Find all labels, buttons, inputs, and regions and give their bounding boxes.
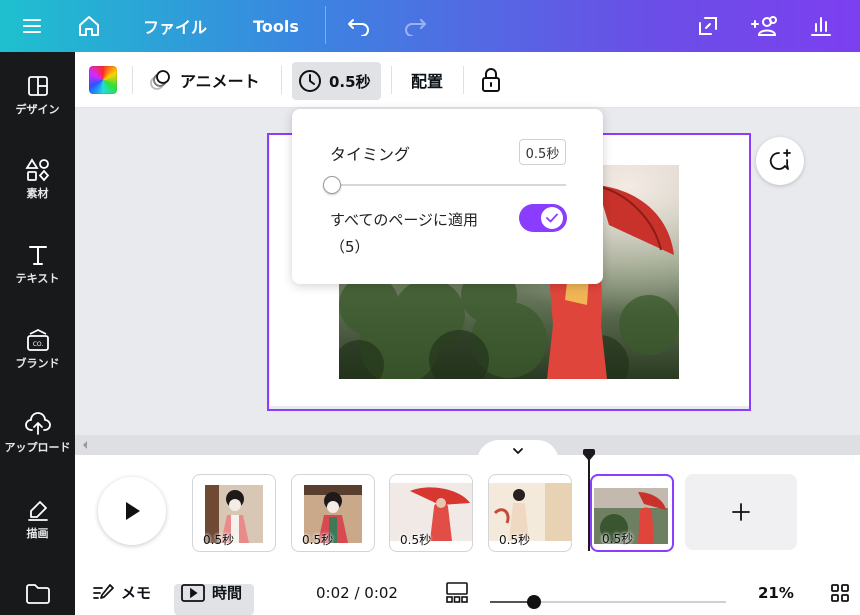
resize-magic-icon[interactable] xyxy=(690,0,726,52)
timing-button[interactable]: 0.5秒 xyxy=(292,62,381,100)
page-duration-label: 0.5秒 xyxy=(400,533,432,547)
playhead-line[interactable] xyxy=(588,455,590,551)
insights-chart-icon[interactable] xyxy=(803,0,839,52)
scroll-left-icon[interactable] xyxy=(81,440,89,450)
animate-icon xyxy=(150,70,170,90)
svg-text:CO.: CO. xyxy=(32,341,43,348)
divider xyxy=(325,6,326,44)
home-icon[interactable] xyxy=(71,0,107,52)
animate-button[interactable]: アニメート xyxy=(148,52,260,108)
redo-icon[interactable] xyxy=(397,0,433,52)
sidebar-item-brand[interactable]: CO. ブランド xyxy=(0,328,75,371)
shapes-icon xyxy=(24,158,49,182)
timer-button-content[interactable]: 時間 xyxy=(181,570,242,615)
timeline-page-thumbnail[interactable]: 0.5秒 xyxy=(488,474,572,552)
sidebar-item-label: アップロード xyxy=(4,441,71,454)
play-button[interactable] xyxy=(98,477,166,545)
divider xyxy=(463,66,464,94)
upload-icon xyxy=(24,412,51,435)
playhead-handle-icon[interactable] xyxy=(582,449,596,463)
animate-label: アニメート xyxy=(180,72,260,91)
timeline-page-thumbnail[interactable]: 0.5秒 xyxy=(192,474,276,552)
toggle-knob xyxy=(541,207,563,229)
timing-slider-track[interactable] xyxy=(332,184,566,186)
check-icon xyxy=(546,213,558,223)
notes-pencil-icon xyxy=(93,583,114,599)
notes-button[interactable]: メモ xyxy=(93,570,151,615)
timing-label: 0.5秒 xyxy=(329,72,371,91)
page-duration-label: 0.5秒 xyxy=(602,532,634,546)
top-bar: ファイル Tools xyxy=(0,0,860,52)
page-duration-label: 0.5秒 xyxy=(302,533,334,547)
undo-icon[interactable] xyxy=(341,0,377,52)
sidebar-item-label: 素材 xyxy=(26,187,49,200)
grid-icon xyxy=(831,583,849,602)
tools-menu-button[interactable]: Tools xyxy=(246,0,306,52)
position-button[interactable]: 配置 xyxy=(411,52,443,108)
layout-icon xyxy=(27,76,48,96)
editor-toolbar: アニメート 0.5秒 配置 xyxy=(75,52,860,108)
color-picker-button[interactable] xyxy=(89,52,117,108)
timeline-page-thumbnail-active[interactable]: 0.5秒 xyxy=(590,474,674,552)
timing-value-input[interactable]: 0.5秒 xyxy=(519,139,566,165)
page-duration-label: 0.5秒 xyxy=(499,533,531,547)
timing-slider-knob[interactable] xyxy=(323,176,341,194)
apply-all-pages-count: （5） xyxy=(330,238,370,256)
plus-icon xyxy=(732,503,750,521)
page-timeline: 0.5秒 0.5秒 0.5秒 0.5秒 0.5秒 xyxy=(75,449,860,570)
sidebar-item-uploads[interactable]: アップロード xyxy=(0,412,75,455)
timer-label: 時間 xyxy=(212,584,243,602)
color-swatch xyxy=(89,66,117,94)
divider xyxy=(391,66,392,94)
apply-all-pages-label: すべてのページに適用 （5） xyxy=(330,207,478,261)
sidebar-item-draw[interactable]: 描画 xyxy=(0,498,75,541)
sidebar-item-text[interactable]: テキスト xyxy=(0,243,75,286)
comment-add-icon xyxy=(769,149,791,170)
add-page-button[interactable] xyxy=(685,474,797,550)
grid-view-button[interactable] xyxy=(445,570,469,615)
draw-icon xyxy=(27,501,48,521)
sidebar-item-design[interactable]: デザイン xyxy=(0,74,75,117)
page-grid-icon xyxy=(446,581,468,603)
sidebar-item-elements[interactable]: 素材 xyxy=(0,158,75,201)
grid-view-toggle[interactable] xyxy=(830,570,850,615)
sidebar-item-projects[interactable] xyxy=(0,583,75,605)
sidebar: デザイン 素材 テキスト CO. ブランド アップロード 描画 xyxy=(0,52,75,615)
timing-title: タイミング xyxy=(330,145,411,164)
folder-icon xyxy=(25,584,50,604)
lock-button[interactable] xyxy=(479,52,503,108)
sidebar-item-label: 描画 xyxy=(26,527,49,540)
text-icon xyxy=(28,246,47,265)
timeline-divider-bar xyxy=(75,435,860,455)
clock-icon xyxy=(299,70,321,92)
play-icon xyxy=(126,502,140,520)
bottom-bar: メモ 時間 0:02 / 0:02 21% xyxy=(75,570,860,615)
sidebar-item-label: デザイン xyxy=(15,103,60,116)
divider xyxy=(281,66,282,94)
share-people-icon[interactable] xyxy=(745,0,785,52)
chevron-down-icon xyxy=(513,448,523,454)
apply-all-pages-text: すべてのページに適用 xyxy=(330,211,479,229)
sidebar-item-label: ブランド xyxy=(15,357,60,370)
file-menu-button[interactable]: ファイル xyxy=(134,0,216,52)
sidebar-item-label: テキスト xyxy=(15,272,60,285)
menu-icon[interactable] xyxy=(14,0,50,52)
timeline-page-thumbnail[interactable]: 0.5秒 xyxy=(291,474,375,552)
time-readout: 0:02 / 0:02 xyxy=(316,583,398,602)
divider xyxy=(132,66,133,94)
zoom-level[interactable]: 21% xyxy=(758,570,794,615)
zoom-slider-knob[interactable] xyxy=(527,595,541,609)
timeline-page-thumbnail[interactable]: 0.5秒 xyxy=(389,474,473,552)
page-duration-label: 0.5秒 xyxy=(203,533,235,547)
apply-all-toggle[interactable] xyxy=(519,204,567,232)
notes-label: メモ xyxy=(121,584,152,602)
video-play-icon xyxy=(181,583,205,602)
add-comment-button[interactable] xyxy=(756,137,804,185)
timing-popover: タイミング 0.5秒 すべてのページに適用 （5） xyxy=(292,109,603,284)
lock-icon xyxy=(482,68,500,92)
brand-icon: CO. xyxy=(26,328,49,351)
